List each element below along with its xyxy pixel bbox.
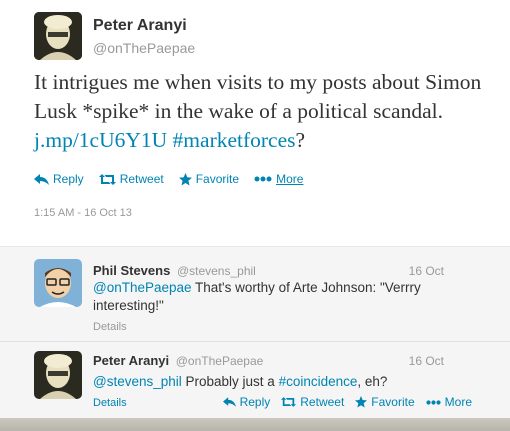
reply-text-body: Probably just a: [181, 374, 279, 389]
details-link[interactable]: Details: [93, 397, 127, 409]
reply-tweet[interactable]: Phil Stevens @stevens_phil 16 Oct @onThe…: [0, 247, 510, 342]
retweet-button[interactable]: Retweet: [281, 395, 344, 409]
reply-tweet[interactable]: Peter Aranyi @onThePaepae 16 Oct @steven…: [0, 343, 510, 419]
retweet-icon: [98, 173, 116, 185]
favorite-button[interactable]: Favorite: [355, 395, 415, 409]
favorite-button[interactable]: Favorite: [178, 172, 240, 186]
avatar[interactable]: [34, 12, 82, 60]
author-name[interactable]: Phil Stevens: [93, 263, 170, 278]
mention-link[interactable]: @stevens_phil: [93, 374, 182, 389]
reply-date[interactable]: 16 Oct: [409, 354, 444, 368]
reply-label: Reply: [239, 395, 271, 409]
more-dots-icon: [254, 176, 272, 182]
more-label: More: [276, 172, 304, 186]
more-button[interactable]: More: [254, 172, 303, 186]
reply-actions: Reply Retweet Favorite More: [212, 395, 472, 409]
author-handle[interactable]: @stevens_phil: [177, 264, 256, 278]
tweet-text: It intrigues me when visits to my posts …: [34, 68, 494, 155]
tweet-link[interactable]: j.mp/1cU6Y1U: [34, 128, 167, 152]
reply-text: @onThePaepae That's worthy of Arte Johns…: [93, 279, 453, 315]
tweet-actions: Reply Retweet Favorite More: [34, 172, 318, 186]
author-handle[interactable]: @onThePaepae: [176, 354, 264, 368]
replies-section: Phil Stevens @stevens_phil 16 Oct @onThe…: [0, 246, 510, 431]
favorite-label: Favorite: [195, 172, 240, 186]
star-icon: [355, 396, 368, 408]
favorite-label: Favorite: [371, 395, 415, 409]
reply-button[interactable]: Reply: [34, 172, 84, 186]
reply-header: Phil Stevens @stevens_phil: [93, 263, 256, 278]
more-button[interactable]: More: [426, 395, 472, 409]
details-link[interactable]: Details: [93, 321, 127, 333]
retweet-button[interactable]: Retweet: [98, 172, 164, 186]
reply-button[interactable]: Reply: [222, 395, 271, 409]
more-label: More: [444, 395, 472, 409]
hashtag-link[interactable]: #marketforces: [173, 128, 296, 152]
star-icon: [178, 172, 192, 185]
main-tweet: Peter Aranyi @onThePaepae It intrigues m…: [0, 0, 510, 246]
author-handle[interactable]: @onThePaepae: [93, 40, 195, 56]
reply-label: Reply: [53, 172, 84, 186]
retweet-label: Retweet: [119, 172, 164, 186]
tweet-timestamp[interactable]: 1:15 AM - 16 Oct 13: [34, 207, 132, 219]
background-strip: [0, 418, 510, 431]
author-name[interactable]: Peter Aranyi: [93, 17, 187, 35]
reply-icon: [222, 397, 236, 407]
retweet-icon: [281, 397, 297, 407]
tweet-text-body: It intrigues me when visits to my posts …: [34, 70, 482, 123]
avatar[interactable]: [34, 351, 82, 399]
more-dots-icon: [426, 399, 441, 405]
reply-text: @stevens_phil Probably just a #coinciden…: [93, 373, 453, 391]
reply-icon: [34, 173, 49, 185]
avatar[interactable]: [34, 259, 82, 307]
author-name[interactable]: Peter Aranyi: [93, 353, 169, 368]
tweet-text-end: ?: [295, 128, 306, 152]
retweet-label: Retweet: [300, 395, 345, 409]
reply-text-end: , eh?: [357, 374, 388, 389]
reply-header: Peter Aranyi @onThePaepae: [93, 353, 263, 368]
reply-date[interactable]: 16 Oct: [409, 264, 444, 278]
mention-link[interactable]: @onThePaepae: [93, 280, 192, 295]
hashtag-link[interactable]: #coincidence: [279, 374, 358, 389]
